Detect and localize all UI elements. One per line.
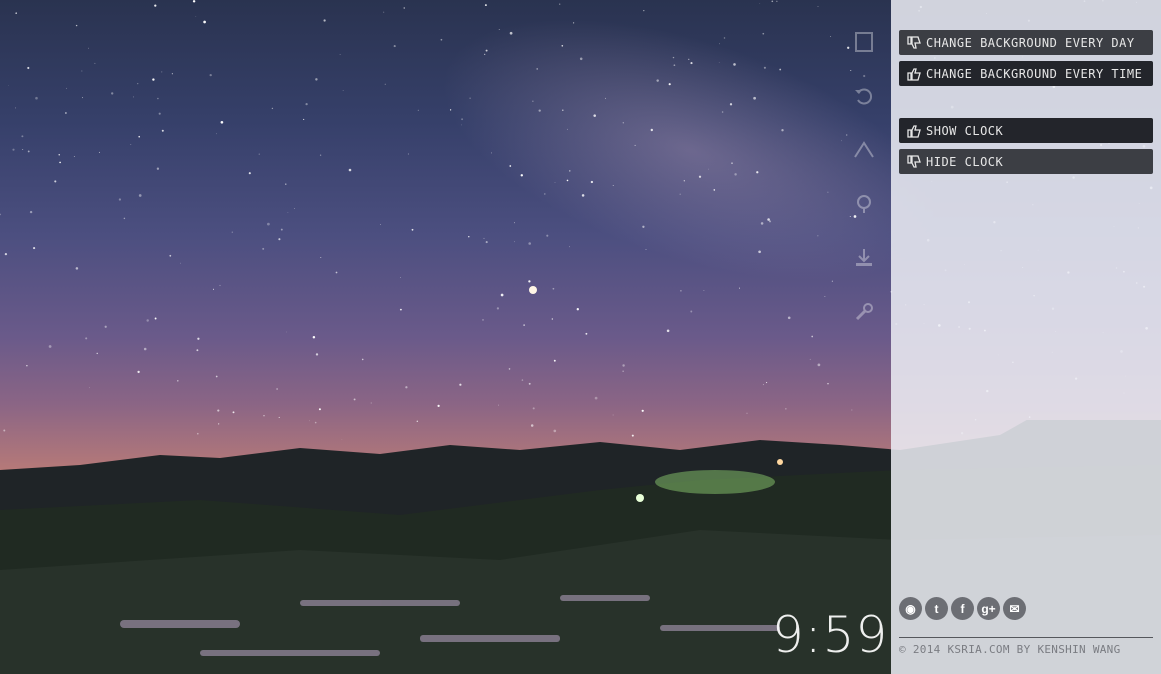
show-clock-button[interactable]: SHOW CLOCK (899, 118, 1153, 143)
wrench-icon[interactable] (848, 296, 880, 328)
email-icon[interactable]: ✉ (1003, 597, 1026, 620)
facebook-icon[interactable]: f (951, 597, 974, 620)
divider (899, 637, 1153, 638)
thumbs-up-icon (907, 124, 921, 138)
bookmark-icon[interactable] (848, 26, 880, 58)
hide-clock-button[interactable]: HIDE CLOCK (899, 149, 1153, 174)
option-label: CHANGE BACKGROUND EVERY TIME (926, 66, 1143, 81)
settings-panel: CHANGE BACKGROUND EVERY DAY CHANGE BACKG… (891, 0, 1161, 674)
social-links: ◉ t f g+ ✉ (899, 597, 1026, 620)
undo-icon[interactable] (848, 80, 880, 112)
copyright-text: © 2014 KSRIA.COM BY KENSHIN WANG (899, 643, 1121, 656)
change-background-every-time-button[interactable]: CHANGE BACKGROUND EVERY TIME (899, 61, 1153, 86)
twitter-icon[interactable]: t (925, 597, 948, 620)
mountain-icon[interactable] (848, 134, 880, 166)
clock: 9:59 (772, 606, 889, 664)
thumbs-down-icon (907, 154, 921, 168)
toolbar (848, 26, 880, 350)
option-label: CHANGE BACKGROUND EVERY DAY (926, 35, 1135, 50)
weibo-icon[interactable]: ◉ (899, 597, 922, 620)
option-label: HIDE CLOCK (926, 154, 1004, 169)
change-background-every-day-button[interactable]: CHANGE BACKGROUND EVERY DAY (899, 30, 1153, 55)
location-icon[interactable] (848, 188, 880, 220)
google-plus-icon[interactable]: g+ (977, 597, 1000, 620)
thumbs-down-icon (907, 35, 921, 49)
download-icon[interactable] (848, 242, 880, 274)
thumbs-up-icon (907, 67, 921, 81)
option-label: SHOW CLOCK (926, 123, 1004, 138)
